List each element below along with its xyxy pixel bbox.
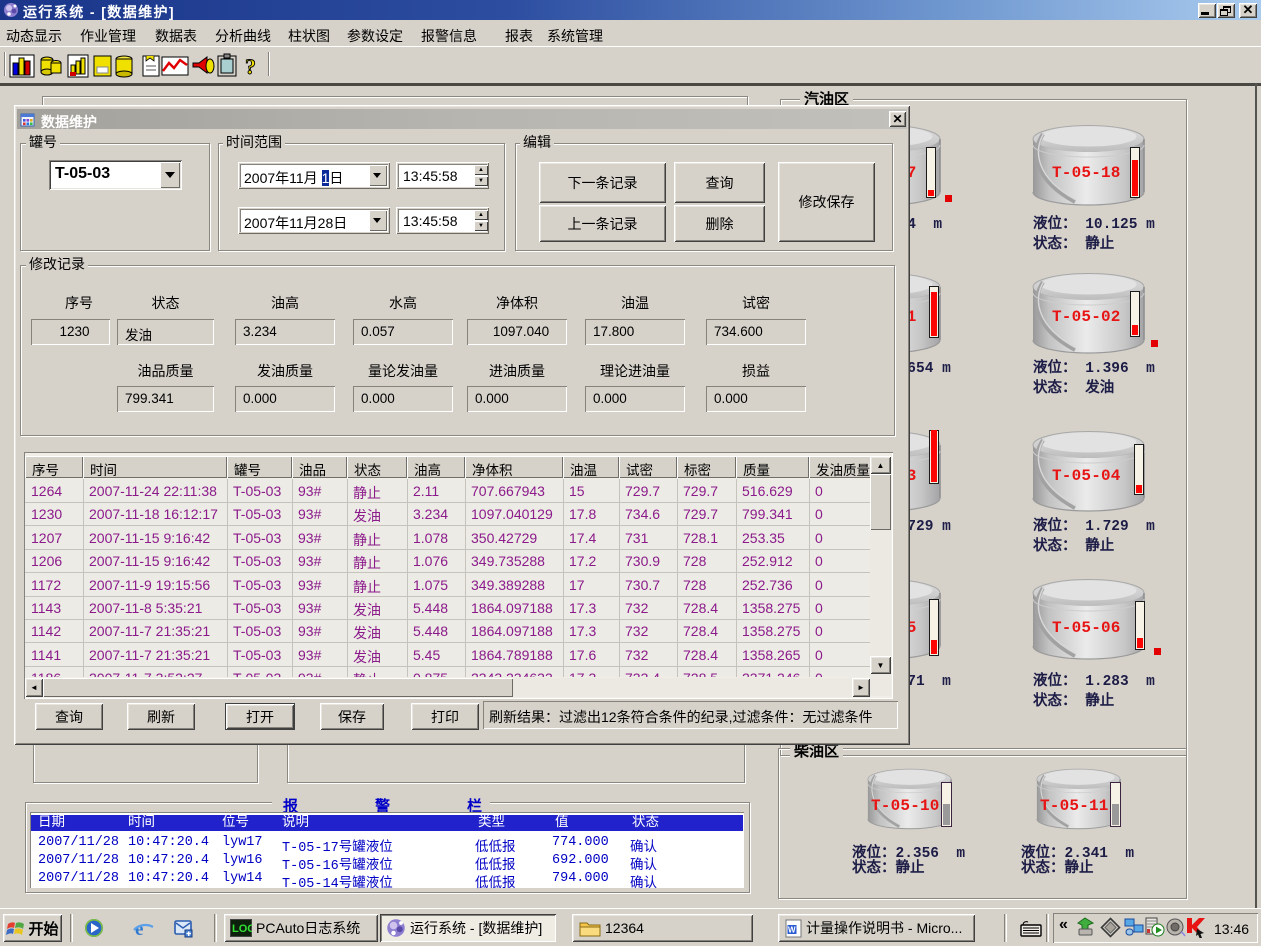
- svg-text:LOG: LOG: [232, 923, 252, 935]
- svg-text:W: W: [788, 925, 796, 934]
